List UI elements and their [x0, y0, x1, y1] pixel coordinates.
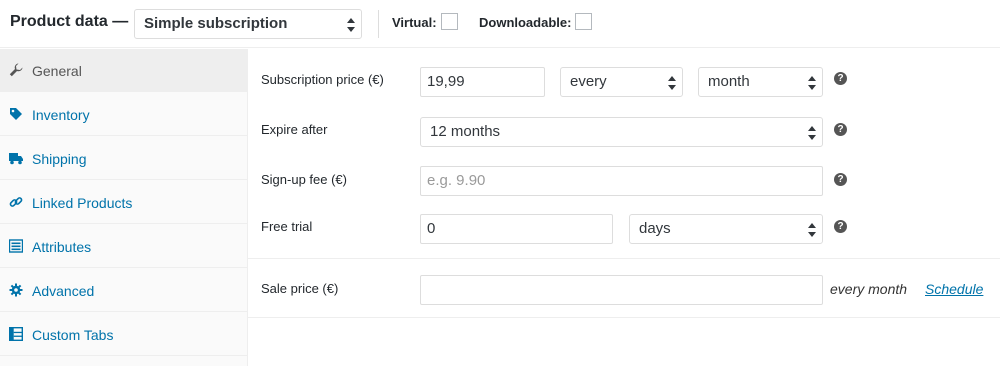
tab-linked-products[interactable]: Linked Products — [0, 181, 247, 224]
table-icon — [9, 327, 23, 341]
list-icon — [9, 239, 23, 253]
product-type-select[interactable]: Simple subscription — [134, 9, 362, 39]
downloadable-label: Downloadable: — [479, 15, 572, 30]
link-icon — [9, 197, 23, 207]
wrench-icon — [9, 63, 23, 77]
virtual-label: Virtual: — [392, 15, 437, 30]
sale-price-input[interactable] — [420, 275, 823, 305]
tab-general-label: General — [32, 63, 82, 79]
billing-interval-value: every — [570, 73, 607, 90]
free-trial-period-value: days — [639, 220, 671, 237]
tab-attributes-label: Attributes — [32, 239, 92, 255]
tab-custom-tabs-label: Custom Tabs — [32, 327, 114, 343]
section-divider — [248, 258, 1000, 259]
subscription-price-input[interactable]: 19,99 — [420, 67, 545, 97]
help-tip-icon[interactable]: ? — [834, 173, 847, 186]
tab-general[interactable]: General — [0, 49, 247, 92]
expire-after-value: 12 months — [430, 123, 501, 140]
signup-fee-input[interactable]: e.g. 9.90 — [420, 166, 823, 196]
expire-after-label: Expire after — [261, 122, 328, 137]
help-tip-icon[interactable]: ? — [834, 123, 847, 136]
select-arrows-icon — [808, 126, 816, 140]
product-type-value: Simple subscription — [144, 15, 288, 32]
header-divider — [378, 10, 379, 38]
help-tip-icon[interactable]: ? — [834, 220, 847, 233]
tab-attributes[interactable]: Attributes — [0, 225, 247, 268]
truck-icon — [9, 153, 23, 165]
sale-price-period-note: every month — [830, 281, 908, 297]
tab-linked-products-label: Linked Products — [32, 195, 133, 211]
tab-inventory[interactable]: Inventory — [0, 93, 247, 136]
section-divider — [248, 317, 1000, 318]
select-arrows-icon — [668, 76, 676, 90]
select-arrows-icon — [808, 76, 816, 90]
sale-price-label: Sale price (€) — [261, 281, 339, 296]
general-panel: Subscription price (€) 19,99 every month… — [248, 49, 1000, 366]
product-data-header: Product data — Simple subscription Virtu… — [0, 0, 1000, 48]
tab-shipping-label: Shipping — [32, 151, 87, 167]
downloadable-checkbox[interactable] — [575, 13, 592, 30]
billing-interval-select[interactable]: every — [560, 67, 683, 97]
product-data-tabs: General Inventory Shipping Linked Produc… — [0, 49, 248, 366]
free-trial-period-select[interactable]: days — [629, 214, 823, 244]
select-arrows-icon — [347, 18, 355, 32]
tab-inventory-label: Inventory — [32, 107, 90, 123]
billing-period-select[interactable]: month — [698, 67, 823, 97]
subscription-price-label: Subscription price (€) — [261, 72, 384, 87]
tab-advanced[interactable]: Advanced — [0, 269, 247, 312]
free-trial-label: Free trial — [261, 219, 313, 234]
expire-after-select[interactable]: 12 months — [420, 117, 823, 147]
virtual-checkbox[interactable] — [441, 13, 458, 30]
free-trial-length-input[interactable]: 0 — [420, 214, 613, 244]
tab-custom-tabs[interactable]: Custom Tabs — [0, 313, 247, 356]
schedule-link[interactable]: Schedule — [925, 281, 983, 297]
gear-icon — [9, 283, 23, 297]
tag-icon — [10, 108, 22, 120]
tab-advanced-label: Advanced — [32, 283, 95, 299]
product-data-title: Product data — — [10, 13, 129, 30]
billing-period-value: month — [708, 73, 750, 90]
select-arrows-icon — [808, 223, 816, 237]
help-tip-icon[interactable]: ? — [834, 72, 847, 85]
signup-fee-label: Sign-up fee (€) — [261, 172, 347, 187]
tab-shipping[interactable]: Shipping — [0, 137, 247, 180]
